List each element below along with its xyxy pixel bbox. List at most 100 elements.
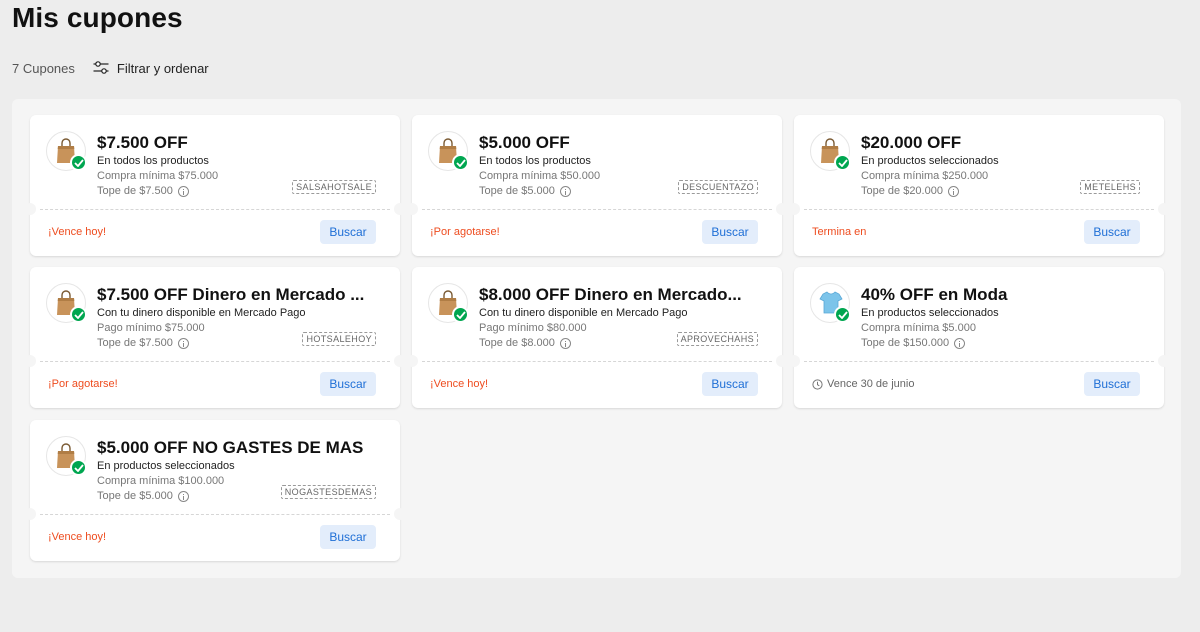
coupon-cap-row: Tope de $150.000 (861, 337, 966, 349)
sliders-icon (93, 61, 109, 74)
ticket-notch-left (788, 355, 800, 367)
coupon-cap: Tope de $7.500 (97, 185, 173, 197)
ticket-notch-right (1158, 203, 1170, 215)
ticket-notch-right (776, 355, 788, 367)
coupon-minimum: Compra mínima $75.000 (97, 170, 219, 182)
coupon-code: SALSAHOTSALE (292, 180, 376, 194)
coupon-cap-row: Tope de $5.000 (97, 490, 189, 502)
info-icon[interactable] (559, 185, 571, 197)
coupon-status: Termina en (812, 226, 867, 238)
ticket-divider (422, 209, 772, 210)
buscar-button[interactable]: Buscar (1084, 372, 1140, 396)
coupon-thumbnail (46, 131, 87, 171)
coupon-card: $7.500 OFF Dinero en Mercado ... Con tu … (24, 267, 406, 408)
ticket-notch-right (776, 203, 788, 215)
ticket-divider (804, 361, 1154, 362)
coupon-status: ¡Por agotarse! (48, 378, 118, 390)
check-badge-icon (452, 154, 469, 171)
coupon-code: METELEHS (1080, 180, 1140, 194)
coupon-status: ¡Vence hoy! (48, 531, 107, 543)
coupon-code: APROVECHAHS (676, 332, 758, 346)
coupon-status: ¡Vence hoy! (48, 226, 107, 238)
coupon-card: 40% OFF en Moda En productos seleccionad… (788, 267, 1170, 408)
ticket-notch-left (24, 508, 36, 520)
coupon-thumbnail (428, 131, 469, 171)
coupon-status: Vence 30 de junio (812, 378, 914, 390)
ticket-notch-left (24, 203, 36, 215)
coupon-minimum: Compra mínima $50.000 (479, 170, 601, 182)
ticket-notch-left (788, 203, 800, 215)
ticket-notch-right (1158, 355, 1170, 367)
coupon-status: ¡Vence hoy! (430, 378, 489, 390)
info-icon[interactable] (947, 185, 959, 197)
buscar-button[interactable]: Buscar (702, 372, 758, 396)
coupon-title: $5.000 OFF (479, 133, 570, 152)
buscar-button[interactable]: Buscar (320, 372, 376, 396)
filter-sort-button[interactable]: Filtrar y ordenar (93, 61, 209, 76)
ticket-divider (804, 209, 1154, 210)
buscar-button[interactable]: Buscar (1084, 220, 1140, 244)
coupon-card: $8.000 OFF Dinero en Mercado... Con tu d… (406, 267, 788, 408)
coupon-title: 40% OFF en Moda (861, 285, 1008, 304)
ticket-divider (40, 514, 390, 515)
buscar-button[interactable]: Buscar (320, 525, 376, 549)
coupon-cap: Tope de $5.000 (97, 490, 173, 502)
coupon-card: $7.500 OFF En todos los productos Compra… (24, 115, 406, 256)
ticket-divider (40, 361, 390, 362)
coupon-card: $5.000 OFF En todos los productos Compra… (406, 115, 788, 256)
page-title: Mis cupones (12, 2, 183, 33)
coupon-title: $20.000 OFF (861, 133, 962, 152)
info-icon[interactable] (177, 490, 189, 502)
coupon-scope: En todos los productos (97, 155, 209, 167)
buscar-button[interactable]: Buscar (702, 220, 758, 244)
coupon-title: $8.000 OFF Dinero en Mercado... (479, 285, 742, 304)
check-badge-icon (70, 154, 87, 171)
ticket-divider (40, 209, 390, 210)
coupon-cap: Tope de $7.500 (97, 337, 173, 349)
info-icon[interactable] (177, 185, 189, 197)
coupon-minimum: Compra mínima $100.000 (97, 475, 225, 487)
coupon-status-text: Vence 30 de junio (827, 378, 915, 390)
coupon-thumbnail (46, 283, 87, 323)
check-badge-icon (70, 459, 87, 476)
buscar-button[interactable]: Buscar (320, 220, 376, 244)
ticket-notch-left (406, 355, 418, 367)
ticket-notch-right (394, 355, 406, 367)
ticket-divider (422, 361, 772, 362)
check-badge-icon (834, 154, 851, 171)
coupon-cap: Tope de $20.000 (861, 185, 943, 197)
coupon-minimum: Compra mínima $250.000 (861, 170, 989, 182)
coupon-minimum: Pago mínimo $75.000 (97, 322, 205, 334)
coupon-cap: Tope de $5.000 (479, 185, 555, 197)
coupon-card: $5.000 OFF NO GASTES DE MAS En productos… (24, 420, 406, 561)
coupon-code: DESCUENTAZO (678, 180, 758, 194)
coupon-code: NOGASTESDEMAS (280, 485, 376, 499)
coupon-scope: Con tu dinero disponible en Mercado Pago (97, 307, 306, 319)
coupon-title: $7.500 OFF Dinero en Mercado ... (97, 285, 365, 304)
coupon-cap-row: Tope de $8.000 (479, 337, 571, 349)
info-icon[interactable] (559, 337, 571, 349)
filter-sort-label: Filtrar y ordenar (116, 60, 209, 76)
coupon-cap: Tope de $150.000 (861, 337, 950, 349)
coupon-cap-row: Tope de $7.500 (97, 337, 189, 349)
coupon-scope: En productos seleccionados (97, 460, 235, 472)
coupon-title: $7.500 OFF (97, 133, 188, 152)
coupon-scope: En todos los productos (479, 155, 591, 167)
check-badge-icon (70, 306, 87, 323)
coupon-code: HOTSALEHOY (302, 332, 376, 346)
coupon-toolbar: 7 Cupones Filtrar y ordenar (12, 58, 209, 78)
coupon-count: 7 Cupones (12, 60, 75, 76)
info-icon[interactable] (954, 337, 966, 349)
coupon-scope: En productos seleccionados (861, 307, 999, 319)
coupon-thumbnail (428, 283, 469, 323)
coupon-cap-row: Tope de $7.500 (97, 185, 189, 197)
coupon-cap-row: Tope de $20.000 (861, 185, 959, 197)
check-badge-icon (834, 306, 851, 323)
coupon-cap: Tope de $8.000 (479, 337, 555, 349)
coupon-minimum: Pago mínimo $80.000 (479, 322, 587, 334)
coupon-minimum: Compra mínima $5.000 (861, 322, 976, 334)
check-badge-icon (452, 306, 469, 323)
ticket-notch-right (394, 203, 406, 215)
info-icon[interactable] (177, 337, 189, 349)
coupon-thumbnail (46, 436, 87, 476)
